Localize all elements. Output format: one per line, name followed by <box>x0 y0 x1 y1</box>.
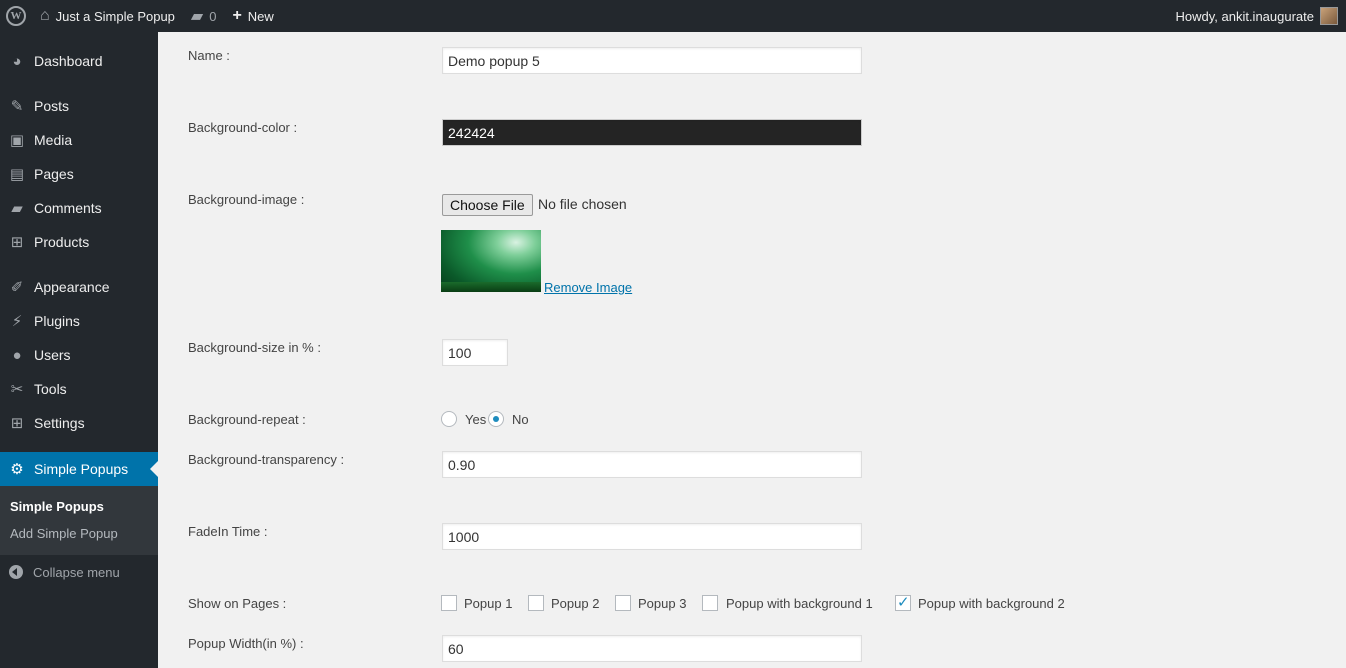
repeat-no-label: No <box>512 412 529 427</box>
admin-bar: W ⌂ Just a Simple Popup ▰ 0 + New Howdy,… <box>0 0 1346 32</box>
page-checkbox-popup-2[interactable] <box>528 595 544 611</box>
admin-sidebar: ◕ Dashboard ✎ Posts ▣ Media ▤ Pages ▰ Co… <box>0 32 158 668</box>
fadein-field[interactable]: 1000 <box>442 523 862 550</box>
sidebar-item-appearance[interactable]: ✐ Appearance <box>0 270 158 304</box>
sidebar-item-users[interactable]: ● Users <box>0 338 158 372</box>
media-icon: ▣ <box>9 132 25 149</box>
comment-icon: ▰ <box>11 200 23 217</box>
page-label-popup-bg-2: Popup with background 2 <box>918 596 1065 611</box>
file-status-text: No file chosen <box>538 196 627 212</box>
account-menu[interactable]: Howdy, ankit.inaugurate <box>1175 7 1346 25</box>
width-field[interactable]: 60 <box>442 635 862 662</box>
comments-link[interactable]: ▰ 0 <box>183 0 225 32</box>
sidebar-item-label: Simple Popups <box>34 461 129 477</box>
page-label-popup-2: Popup 2 <box>551 596 600 611</box>
dashboard-icon: ◕ <box>12 52 22 70</box>
page-label-popup-bg-1: Popup with background 1 <box>726 596 873 611</box>
home-icon: ⌂ <box>40 7 50 24</box>
sidebar-item-simple-popups[interactable]: ⚙ Simple Popups <box>0 452 158 486</box>
sidebar-item-dashboard[interactable]: ◕ Dashboard <box>0 44 158 78</box>
sidebar-item-label: Users <box>34 347 71 363</box>
avatar <box>1320 7 1338 25</box>
comments-count: 0 <box>209 8 217 24</box>
brush-icon: ✐ <box>10 279 24 296</box>
bgcolor-field[interactable]: 242424 <box>442 119 862 146</box>
collapse-label: Collapse menu <box>33 564 120 580</box>
sidebar-item-plugins[interactable]: ⚡ Plugins <box>0 304 158 338</box>
page-checkbox-popup-bg-1[interactable] <box>702 595 718 611</box>
popup-settings-form: Name : Demo popup 5 Background-color : 2… <box>158 32 1346 668</box>
submenu-item-add-simple-popup[interactable]: Add Simple Popup <box>10 526 118 541</box>
sidebar-item-label: Tools <box>34 381 67 397</box>
sidebar-item-pages[interactable]: ▤ Pages <box>0 157 158 191</box>
fadein-label: FadeIn Time : <box>188 524 268 539</box>
comment-icon: ▰ <box>190 8 204 25</box>
sidebar-item-tools[interactable]: ✂ Tools <box>0 372 158 406</box>
sidebar-item-comments[interactable]: ▰ Comments <box>0 191 158 225</box>
transparency-field[interactable]: 0.90 <box>442 451 862 478</box>
plus-icon: + <box>232 7 242 24</box>
page-checkbox-popup-3[interactable] <box>615 595 631 611</box>
sidebar-item-posts[interactable]: ✎ Posts <box>0 89 158 123</box>
repeat-no-radio[interactable] <box>488 411 504 427</box>
collapse-arrow-icon <box>9 565 23 579</box>
sidebar-item-label: Pages <box>34 166 74 182</box>
submenu: Simple Popups Add Simple Popup <box>0 486 158 555</box>
site-name-link[interactable]: ⌂ Just a Simple Popup <box>32 0 183 32</box>
pin-icon: ✎ <box>10 98 24 115</box>
wrench-icon: ✂ <box>10 381 24 398</box>
repeat-yes-radio[interactable] <box>441 411 457 427</box>
plug-icon: ⚡ <box>11 313 23 330</box>
page-label-popup-1: Popup 1 <box>464 596 513 611</box>
active-arrow-icon <box>150 461 158 477</box>
pages-icon: ▤ <box>9 166 25 183</box>
background-image-thumbnail <box>441 230 541 292</box>
sidebar-item-media[interactable]: ▣ Media <box>0 123 158 157</box>
name-field[interactable]: Demo popup 5 <box>442 47 862 74</box>
sidebar-item-label: Dashboard <box>34 53 103 69</box>
width-label: Popup Width(in %) : <box>188 636 304 651</box>
users-icon: ● <box>12 346 22 364</box>
wordpress-logo-icon[interactable]: W <box>0 0 32 32</box>
sidebar-item-label: Products <box>34 234 90 250</box>
sidebar-item-label: Plugins <box>34 313 80 329</box>
settings-icon: ⊞ <box>10 415 24 432</box>
sidebar-item-label: Comments <box>34 200 102 216</box>
bgsize-field[interactable]: 100 <box>442 339 508 366</box>
repeat-yes-label: Yes <box>465 412 487 427</box>
transparency-label: Background-transparency : <box>188 452 345 467</box>
site-name: Just a Simple Popup <box>55 8 175 24</box>
bgimage-label: Background-image : <box>188 192 305 207</box>
sidebar-item-label: Settings <box>34 415 85 431</box>
bgsize-label: Background-size in % : <box>188 340 321 355</box>
new-label: New <box>247 8 274 24</box>
howdy-text: Howdy, ankit.inaugurate <box>1175 8 1314 24</box>
bgrepeat-label: Background-repeat : <box>188 412 306 427</box>
choose-file-button[interactable]: Choose File <box>442 194 533 216</box>
name-label: Name : <box>188 48 230 63</box>
submenu-item-simple-popups[interactable]: Simple Popups <box>10 499 104 514</box>
sidebar-item-label: Posts <box>34 98 70 114</box>
collapse-menu-button[interactable]: Collapse menu <box>0 560 158 584</box>
cart-icon: ⊞ <box>10 234 24 251</box>
bgcolor-label: Background-color : <box>188 120 298 135</box>
page-checkbox-popup-1[interactable] <box>441 595 457 611</box>
sidebar-item-settings[interactable]: ⊞ Settings <box>0 406 158 440</box>
sidebar-item-label: Appearance <box>34 279 110 295</box>
page-checkbox-popup-bg-2[interactable] <box>895 593 911 611</box>
sidebar-item-label: Media <box>34 132 73 148</box>
remove-image-link[interactable]: Remove Image <box>544 280 632 295</box>
page-label-popup-3: Popup 3 <box>638 596 687 611</box>
new-content-link[interactable]: + New <box>224 0 281 32</box>
show-pages-label: Show on Pages : <box>188 596 287 611</box>
sidebar-item-products[interactable]: ⊞ Products <box>0 225 158 259</box>
gear-icon: ⚙ <box>10 461 24 478</box>
